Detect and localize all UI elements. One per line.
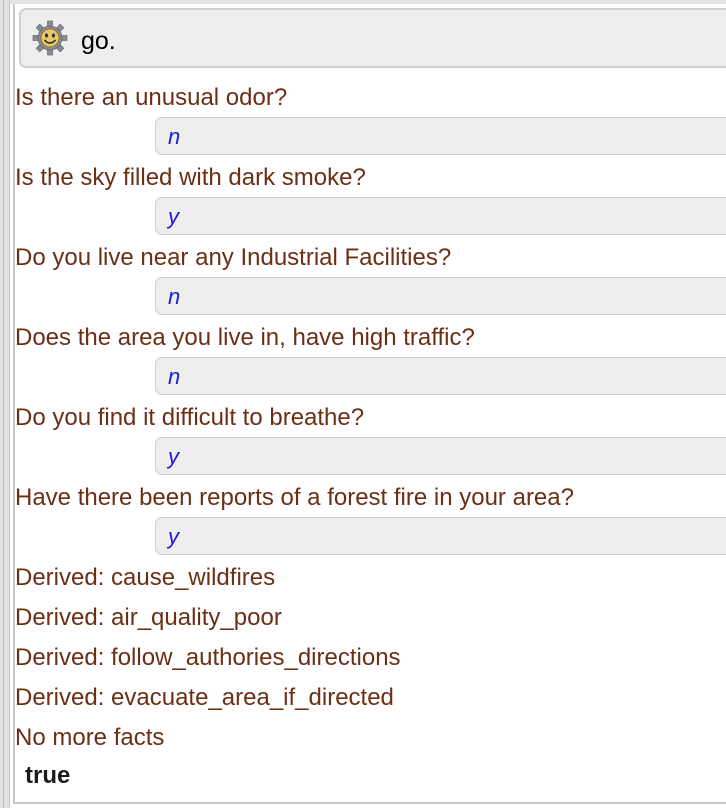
derived-fact: Derived: cause_wildfires	[15, 564, 276, 591]
query-bar[interactable]: go.	[19, 8, 726, 68]
answer-value: y	[168, 524, 179, 549]
answer-value: n	[168, 364, 181, 389]
answer-value: n	[168, 124, 181, 149]
question-difficult-breathe: Do you find it difficult to breathe?	[15, 404, 365, 431]
answer-field-difficult-breathe[interactable]: y	[155, 437, 726, 475]
window-edge	[0, 0, 10, 808]
derived-fact: Derived: evacuate_area_if_directed	[15, 684, 394, 711]
derived-fact: Derived: air_quality_poor	[15, 604, 282, 631]
question-forest-fire: Have there been reports of a forest fire…	[15, 484, 574, 511]
final-message: No more facts	[15, 724, 165, 751]
question-high-traffic: Does the area you live in, have high tra…	[15, 324, 475, 351]
question-odor: Is there an unusual odor?	[15, 84, 288, 111]
answer-field-forest-fire[interactable]: y	[155, 517, 726, 555]
answer-field-industrial-facilities[interactable]: n	[155, 277, 726, 315]
answer-field-high-traffic[interactable]: n	[155, 357, 726, 395]
answer-value: y	[168, 204, 179, 229]
derived-fact: Derived: follow_authories_directions	[15, 644, 401, 671]
query-result: true	[25, 762, 71, 789]
swi-prolog-gear-icon	[32, 20, 68, 56]
query-text: go.	[81, 27, 116, 55]
question-dark-smoke: Is the sky filled with dark smoke?	[15, 164, 366, 191]
answer-field-odor[interactable]: n	[155, 117, 726, 155]
answer-value: n	[168, 284, 181, 309]
question-industrial-facilities: Do you live near any Industrial Faciliti…	[15, 244, 452, 271]
answer-value: y	[168, 444, 179, 469]
answer-field-dark-smoke[interactable]: y	[155, 197, 726, 235]
